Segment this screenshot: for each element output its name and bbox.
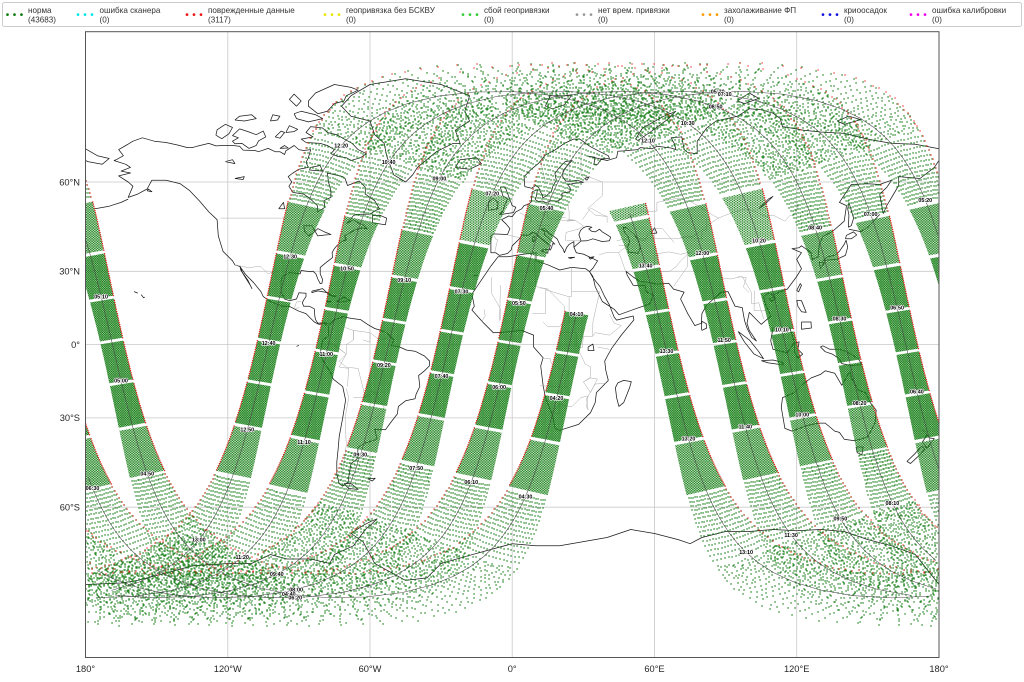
svg-text:(0): (0)	[100, 15, 110, 24]
svg-text:09:00: 09:00	[433, 176, 447, 182]
svg-text:60°W: 60°W	[359, 664, 382, 674]
svg-text:04:50: 04:50	[140, 472, 154, 478]
svg-text:08:20: 08:20	[853, 401, 867, 407]
svg-text:07:10: 07:10	[718, 92, 732, 98]
svg-text:60°E: 60°E	[644, 664, 664, 674]
svg-text:0°: 0°	[71, 340, 80, 350]
svg-text:04:10: 04:10	[570, 312, 584, 318]
svg-text:10:00: 10:00	[795, 412, 809, 418]
svg-text:09:20: 09:20	[377, 363, 391, 369]
svg-text:12:10: 12:10	[641, 139, 655, 145]
svg-text:05:40: 05:40	[540, 206, 554, 212]
svg-text:(0): (0)	[484, 15, 494, 24]
svg-text:13:40: 13:40	[639, 263, 653, 269]
svg-text:(0): (0)	[932, 15, 942, 24]
svg-text:07:30: 07:30	[455, 290, 469, 296]
svg-text:60°N: 60°N	[59, 177, 80, 187]
svg-text:13:00: 13:00	[192, 538, 206, 544]
svg-text:08:10: 08:10	[886, 501, 900, 507]
svg-text:09:40: 09:40	[270, 572, 284, 578]
svg-text:05:50: 05:50	[512, 301, 526, 307]
svg-text:06:10: 06:10	[464, 480, 478, 486]
svg-text:геопривязка без БСКВУ: геопривязка без БСКВУ	[346, 6, 436, 15]
svg-text:08:00: 08:00	[289, 587, 303, 593]
svg-text:13:30: 13:30	[660, 349, 674, 355]
svg-text:(0): (0)	[346, 15, 356, 24]
svg-text:(0): (0)	[724, 15, 734, 24]
svg-text:06:20: 06:20	[288, 595, 302, 601]
svg-text:30°S: 30°S	[60, 413, 80, 423]
svg-text:ошибка сканера: ошибка сканера	[100, 6, 161, 15]
svg-text:07:20: 07:20	[485, 192, 499, 198]
svg-text:09:10: 09:10	[397, 278, 411, 284]
svg-text:08:30: 08:30	[833, 317, 847, 323]
svg-text:11:00: 11:00	[320, 352, 334, 358]
svg-text:12:00: 12:00	[696, 251, 710, 257]
svg-text:10:50: 10:50	[340, 267, 354, 273]
svg-text:12:40: 12:40	[262, 341, 276, 347]
svg-text:12:30: 12:30	[283, 255, 297, 261]
svg-text:криоосадок: криоосадок	[844, 6, 887, 15]
svg-text:13:20: 13:20	[682, 437, 696, 443]
svg-text:07:40: 07:40	[435, 374, 449, 380]
svg-text:11:40: 11:40	[739, 424, 753, 430]
svg-text:поврежденные данные: поврежденные данные	[208, 6, 295, 15]
svg-text:180°: 180°	[76, 664, 96, 674]
svg-text:сбой геопривязки: сбой геопривязки	[484, 6, 550, 15]
svg-text:120°W: 120°W	[214, 664, 242, 674]
svg-text:10:30: 10:30	[681, 121, 695, 127]
svg-text:ошибка калибровки: ошибка калибровки	[932, 6, 1006, 15]
svg-text:180°: 180°	[929, 664, 949, 674]
svg-text:07:50: 07:50	[409, 466, 423, 472]
svg-text:09:30: 09:30	[353, 453, 367, 459]
svg-text:12:20: 12:20	[334, 143, 348, 149]
svg-text:10:20: 10:20	[752, 239, 766, 245]
svg-text:11:10: 11:10	[297, 440, 311, 446]
svg-text:12:50: 12:50	[240, 428, 254, 434]
svg-text:(0): (0)	[844, 15, 854, 24]
svg-text:120°E: 120°E	[784, 664, 809, 674]
svg-text:30°N: 30°N	[59, 267, 80, 277]
svg-text:(3117): (3117)	[208, 15, 231, 24]
svg-text:08:50: 08:50	[709, 105, 723, 111]
svg-text:08:40: 08:40	[808, 226, 822, 232]
svg-text:11:30: 11:30	[784, 533, 798, 539]
svg-text:06:30: 06:30	[86, 486, 100, 492]
svg-text:06:40: 06:40	[910, 390, 924, 396]
svg-text:10:40: 10:40	[382, 160, 396, 166]
svg-text:норма: норма	[28, 6, 52, 15]
svg-text:10:10: 10:10	[775, 327, 789, 333]
svg-text:13:10: 13:10	[739, 550, 753, 556]
svg-text:05:10: 05:10	[94, 294, 108, 300]
svg-text:11:50: 11:50	[717, 338, 731, 344]
svg-text:07:00: 07:00	[864, 212, 878, 218]
svg-text:09:50: 09:50	[834, 517, 848, 523]
svg-text:04:20: 04:20	[550, 396, 564, 402]
svg-text:захолаживание ФП: захолаживание ФП	[724, 6, 796, 15]
svg-text:06:50: 06:50	[890, 306, 904, 312]
svg-text:(43683): (43683)	[28, 15, 56, 24]
svg-text:05:00: 05:00	[114, 378, 128, 384]
svg-text:0°: 0°	[508, 664, 517, 674]
svg-text:нет врем. привязки: нет врем. привязки	[598, 6, 670, 15]
svg-text:(0): (0)	[598, 15, 608, 24]
svg-text:11:20: 11:20	[235, 555, 249, 561]
svg-text:06:00: 06:00	[492, 385, 506, 391]
svg-text:04:30: 04:30	[519, 494, 533, 500]
svg-text:60°S: 60°S	[60, 503, 80, 513]
svg-text:05:20: 05:20	[918, 198, 932, 204]
